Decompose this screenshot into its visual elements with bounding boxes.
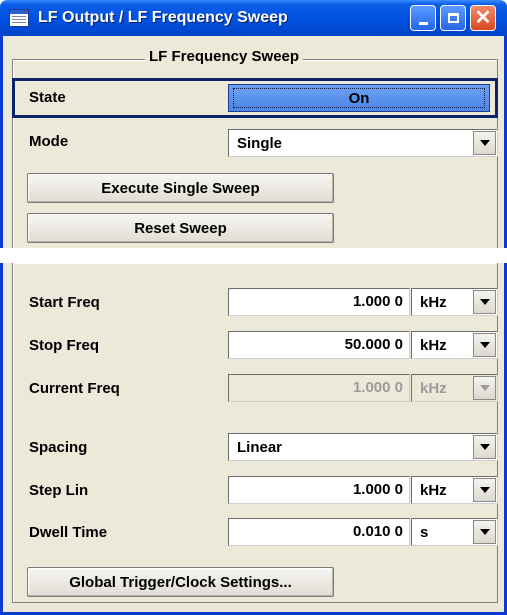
stop-freq-unit-select[interactable]: kHz <box>411 331 498 359</box>
chevron-down-icon <box>479 529 490 535</box>
focus-outline <box>233 88 485 108</box>
current-freq-display: 1.000 0 <box>228 374 410 402</box>
global-trigger-clock-settings-button[interactable]: Global Trigger/Clock Settings... <box>27 567 334 597</box>
step-lin-unit-select[interactable]: kHz <box>411 476 498 504</box>
spacing-dropdown-button[interactable] <box>473 435 496 459</box>
maximize-icon <box>447 13 459 23</box>
step-lin-unit: kHz <box>420 482 447 499</box>
dwell-time-unit-dropdown[interactable] <box>473 520 496 544</box>
chevron-down-icon <box>479 342 490 348</box>
stop-freq-input[interactable]: 50.000 0 <box>228 331 410 359</box>
chevron-down-icon <box>479 487 490 493</box>
reset-sweep-button[interactable]: Reset Sweep <box>27 213 334 243</box>
execute-single-sweep-button[interactable]: Execute Single Sweep <box>27 173 334 203</box>
start-freq-unit-dropdown[interactable] <box>473 290 496 314</box>
step-lin-input[interactable]: 1.000 0 <box>228 476 410 504</box>
current-freq-unit-dropdown <box>473 376 496 400</box>
panel-gap <box>0 248 507 263</box>
close-button[interactable]: ✕ <box>470 5 496 31</box>
chevron-down-icon <box>479 444 490 450</box>
maximize-button[interactable] <box>440 5 466 31</box>
minimize-button[interactable] <box>410 5 436 31</box>
close-icon: ✕ <box>474 7 492 29</box>
mode-dropdown-button[interactable] <box>473 131 496 155</box>
step-lin-unit-dropdown[interactable] <box>473 478 496 502</box>
step-lin-label: Step Lin <box>29 482 89 499</box>
current-freq-unit: kHz <box>420 380 447 397</box>
dwell-time-label: Dwell Time <box>29 524 108 541</box>
mode-label: Mode <box>29 133 69 150</box>
spacing-value: Linear <box>237 439 283 456</box>
window-title-bar[interactable]: LF Output / LF Frequency Sweep ✕ <box>0 0 507 36</box>
start-freq-unit: kHz <box>420 294 447 311</box>
dwell-time-unit-select[interactable]: s <box>411 518 498 546</box>
mode-value: Single <box>237 135 283 152</box>
stop-freq-label: Stop Freq <box>29 337 99 354</box>
chevron-down-icon <box>479 385 490 391</box>
chevron-down-icon <box>479 140 490 146</box>
chevron-down-icon <box>479 299 490 305</box>
spacing-label: Spacing <box>29 439 88 456</box>
group-legend: LF Frequency Sweep <box>145 48 304 65</box>
window-title: LF Output / LF Frequency Sweep <box>38 9 288 26</box>
stop-freq-unit: kHz <box>420 337 447 354</box>
current-freq-label: Current Freq <box>29 380 120 397</box>
start-freq-label: Start Freq <box>29 294 100 311</box>
mode-select[interactable]: Single <box>228 129 498 157</box>
start-freq-input[interactable]: 1.000 0 <box>228 288 410 316</box>
state-toggle-button[interactable]: On <box>228 84 490 112</box>
dwell-time-input[interactable]: 0.010 0 <box>228 518 410 546</box>
minimize-icon <box>418 21 428 25</box>
app-window-icon <box>9 9 29 27</box>
start-freq-unit-select[interactable]: kHz <box>411 288 498 316</box>
stop-freq-unit-dropdown[interactable] <box>473 333 496 357</box>
dwell-time-unit: s <box>420 524 429 541</box>
spacing-select[interactable]: Linear <box>228 433 498 461</box>
state-label: State <box>29 89 66 106</box>
current-freq-unit-select: kHz <box>411 374 498 402</box>
